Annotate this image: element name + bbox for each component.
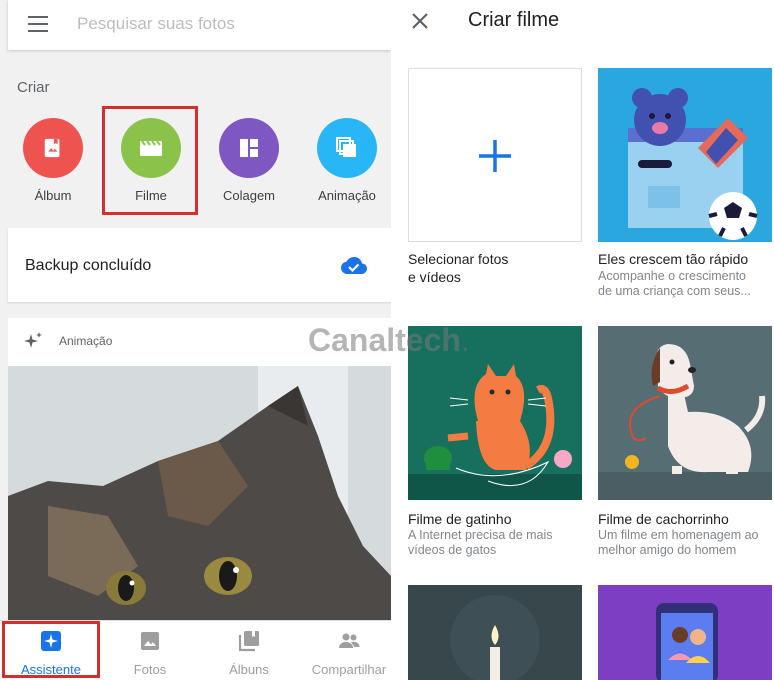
- kitten-movie-title: Filme de gatinho: [408, 511, 512, 527]
- selfie-illustration: [598, 585, 772, 680]
- select-photos-title-line2: e vídeos: [408, 269, 461, 285]
- create-animation-label: Animação: [318, 188, 376, 203]
- create-animation-button[interactable]: Animação: [302, 118, 391, 208]
- select-photos-tile[interactable]: [408, 68, 582, 242]
- sparkle-icon: [24, 332, 42, 348]
- grow-fast-subtitle-line2: de uma criança com seus...: [598, 284, 751, 298]
- backup-status-label: Backup concluído: [25, 257, 152, 274]
- kitten-movie-subtitle-line1: A Internet precisa de mais: [408, 528, 553, 542]
- nav-photos[interactable]: Fotos: [101, 621, 199, 680]
- create-collage-label: Colagem: [222, 188, 276, 203]
- close-icon[interactable]: [411, 12, 429, 30]
- search-bar[interactable]: Pesquisar suas fotos: [8, 0, 391, 50]
- candle-movie-tile[interactable]: [408, 585, 582, 680]
- bear-box-illustration: [598, 68, 772, 242]
- puppy-movie-tile[interactable]: [598, 326, 772, 500]
- photo-icon: [141, 632, 159, 650]
- animation-icon: [336, 137, 356, 157]
- create-album-button[interactable]: Álbum: [8, 118, 98, 208]
- nav-share-label: Compartilhar: [311, 662, 387, 677]
- select-photos-title-line1: Selecionar fotos: [408, 251, 509, 267]
- collage-icon: [240, 139, 258, 157]
- animation-card-label: Animação: [59, 334, 113, 348]
- kitten-photo[interactable]: [8, 366, 391, 626]
- create-album-label: Álbum: [34, 188, 72, 203]
- select-photos-title: Selecionar fotos e vídeos: [408, 250, 588, 286]
- create-section-title: Criar: [17, 79, 50, 96]
- grow-fast-tile[interactable]: [598, 68, 772, 242]
- dog-illustration: [598, 326, 772, 500]
- kitten-illustration: [8, 366, 391, 626]
- albums-icon: [238, 631, 259, 652]
- highlight-box-movie: [102, 106, 198, 215]
- screen: Pesquisar suas fotos Criar Álbum Filme C…: [0, 0, 774, 680]
- add-icon: [479, 140, 511, 172]
- kitten-movie-subtitle: A Internet precisa de mais vídeos de gat…: [408, 528, 586, 558]
- cloud-done-icon: [341, 257, 367, 274]
- puppy-movie-subtitle-line2: melhor amigo do homem: [598, 543, 737, 557]
- puppy-movie-subtitle: Um filme em homenagem ao melhor amigo do…: [598, 528, 774, 558]
- watermark-dot: .: [460, 322, 470, 358]
- nav-albums-label: Álbuns: [229, 662, 269, 677]
- candle-illustration: [408, 585, 582, 680]
- nav-share[interactable]: Compartilhar: [300, 621, 391, 680]
- page-title: Criar filme: [468, 9, 560, 31]
- backup-card[interactable]: Backup concluído: [8, 228, 391, 302]
- puppy-movie-title: Filme de cachorrinho: [598, 511, 729, 527]
- album-icon: [44, 138, 60, 158]
- share-icon: [339, 633, 360, 648]
- nav-photos-label: Fotos: [133, 662, 167, 677]
- selfie-movie-tile[interactable]: [598, 585, 772, 680]
- nav-albums[interactable]: Álbuns: [200, 621, 298, 680]
- grow-fast-subtitle-line1: Acompanhe o crescimento: [598, 269, 746, 283]
- search-input[interactable]: Pesquisar suas fotos: [77, 14, 235, 34]
- kitten-movie-subtitle-line2: vídeos de gatos: [408, 543, 497, 557]
- watermark-text: Canaltech: [308, 322, 461, 358]
- watermark-logo: Canaltech.: [308, 322, 470, 359]
- highlight-box-assistant: [2, 621, 100, 678]
- create-collage-button[interactable]: Colagem: [204, 118, 294, 208]
- grow-fast-title: Eles crescem tão rápido: [598, 251, 749, 267]
- puppy-movie-subtitle-line1: Um filme em homenagem ao: [598, 528, 759, 542]
- grow-fast-subtitle: Acompanhe o crescimento de uma criança c…: [598, 269, 774, 299]
- menu-icon[interactable]: [28, 16, 48, 32]
